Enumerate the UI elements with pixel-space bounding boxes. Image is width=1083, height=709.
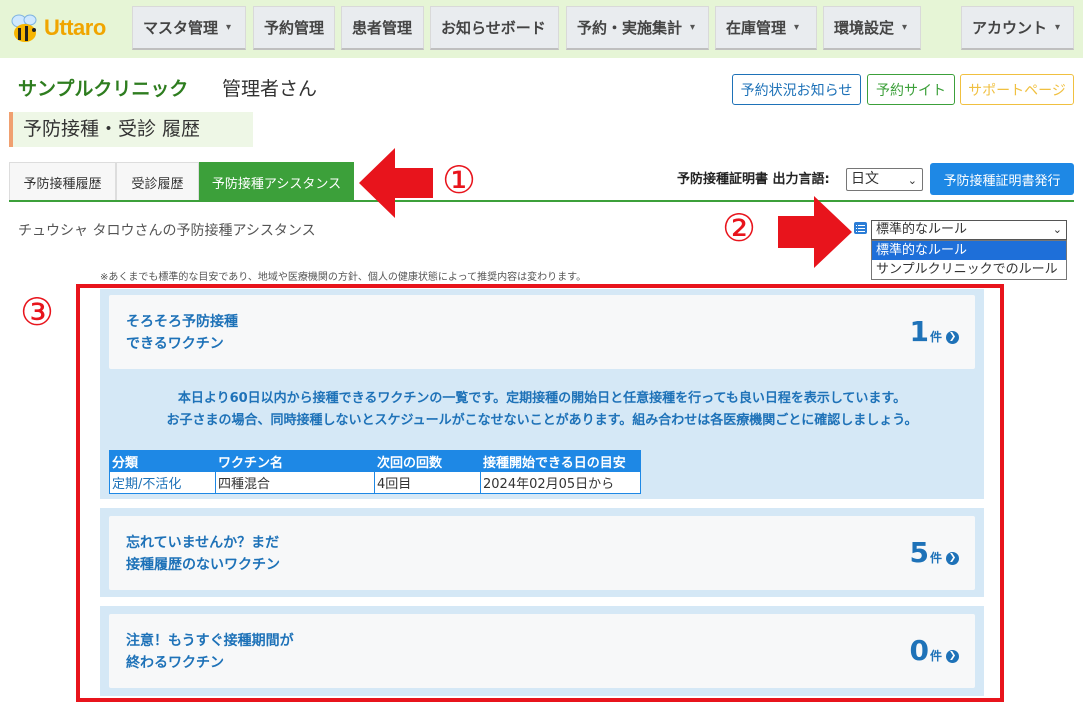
annotation-arrow-left-icon bbox=[359, 148, 433, 218]
rule-select-value: 標準的なルール bbox=[876, 222, 968, 237]
certificate-language-label: 予防接種証明書 出力言語: bbox=[677, 172, 830, 187]
nav-inventory[interactable]: 在庫管理 ▾ bbox=[715, 6, 817, 50]
rule-select[interactable]: 標準的なルール ⌄ bbox=[871, 220, 1067, 240]
issue-certificate-button[interactable]: 予防接種証明書発行 bbox=[930, 163, 1074, 195]
chevron-down-icon: ▾ bbox=[902, 22, 908, 33]
rule-option-clinic[interactable]: サンプルクリニックでのルール bbox=[872, 260, 1066, 279]
nav-label: 在庫管理 bbox=[726, 19, 787, 37]
tab-underline bbox=[9, 200, 1074, 202]
disclaimer-note: ※あくまでも標準的な目安であり、地域や医療機関の方針、個人の健康状態によって推奨… bbox=[100, 272, 587, 283]
nav-master[interactable]: マスタ管理 ▾ bbox=[132, 6, 246, 50]
chevron-down-icon: ▾ bbox=[794, 22, 800, 33]
annotation-number-3: ③ bbox=[20, 290, 55, 334]
reservation-status-button[interactable]: 予約状況お知らせ bbox=[732, 74, 861, 105]
chevron-down-icon: ▾ bbox=[1055, 22, 1061, 33]
annotation-arrow-right-icon bbox=[778, 196, 852, 268]
list-icon bbox=[854, 222, 867, 234]
top-navbar: Uttaro マスタ管理 ▾ 予約管理 患者管理 お知らせボード 予約・実施集計 ▾… bbox=[0, 0, 1083, 58]
nav-label: マスタ管理 bbox=[143, 19, 219, 37]
language-select[interactable]: 日文 ⌄ bbox=[846, 168, 923, 191]
reservation-site-button[interactable]: 予約サイト bbox=[867, 74, 955, 105]
chevron-down-icon: ▾ bbox=[690, 22, 696, 33]
tab-vaccination-history[interactable]: 予防接種履歴 bbox=[9, 162, 116, 201]
nav-label: お知らせボード bbox=[441, 19, 546, 37]
nav-account[interactable]: アカウント ▾ bbox=[961, 6, 1074, 50]
page-title: 予防接種・受診 履歴 bbox=[9, 112, 253, 147]
language-select-value: 日文 bbox=[851, 171, 879, 187]
annotation-number-1: ① bbox=[442, 158, 477, 202]
assistance-title: チュウシャ タロウさんの予防接種アシスタンス bbox=[18, 223, 316, 239]
chevron-down-icon: ⌄ bbox=[907, 174, 917, 187]
app-logo[interactable]: Uttaro bbox=[8, 8, 106, 48]
tab-visit-history[interactable]: 受診履歴 bbox=[116, 162, 199, 201]
nav-notice-board[interactable]: お知らせボード bbox=[430, 6, 559, 50]
annotation-number-2: ② bbox=[722, 206, 757, 250]
support-page-button[interactable]: サポートページ bbox=[960, 74, 1074, 105]
nav-label: 予約・実施集計 bbox=[577, 19, 683, 37]
rule-dropdown-list: 標準的なルール サンプルクリニックでのルール bbox=[871, 240, 1067, 280]
nav-patients[interactable]: 患者管理 bbox=[341, 6, 424, 50]
bee-logo-icon bbox=[11, 14, 37, 42]
clinic-name: サンプルクリニック bbox=[18, 78, 189, 100]
nav-reservations[interactable]: 予約管理 bbox=[253, 6, 335, 50]
nav-label: 予約管理 bbox=[264, 19, 325, 37]
nav-reports[interactable]: 予約・実施集計 ▾ bbox=[566, 6, 709, 50]
annotation-highlight-box bbox=[76, 284, 1004, 702]
nav-label: 患者管理 bbox=[352, 19, 413, 37]
nav-label: 環境設定 bbox=[834, 19, 895, 37]
logo-text: Uttaro bbox=[44, 15, 106, 40]
user-name: 管理者さん bbox=[222, 78, 318, 100]
rule-option-standard[interactable]: 標準的なルール bbox=[872, 241, 1066, 260]
nav-label: アカウント bbox=[972, 19, 1048, 37]
tab-vaccination-assistance[interactable]: 予防接種アシスタンス bbox=[199, 162, 354, 201]
chevron-down-icon: ▾ bbox=[226, 22, 232, 33]
chevron-down-icon: ⌄ bbox=[1052, 223, 1062, 236]
nav-settings[interactable]: 環境設定 ▾ bbox=[823, 6, 921, 50]
